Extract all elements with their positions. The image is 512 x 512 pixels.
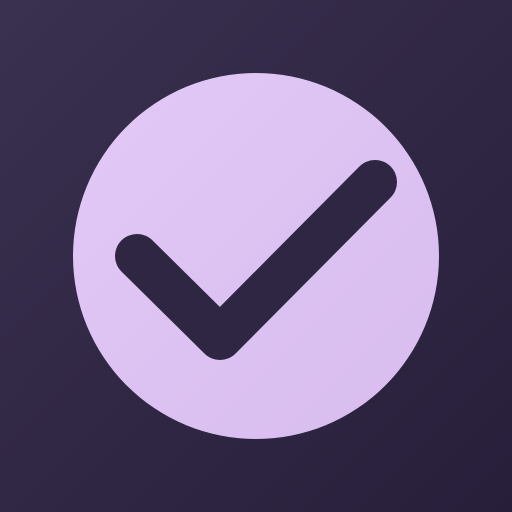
checkmark-badge bbox=[73, 73, 439, 439]
app-icon-background bbox=[0, 0, 512, 512]
